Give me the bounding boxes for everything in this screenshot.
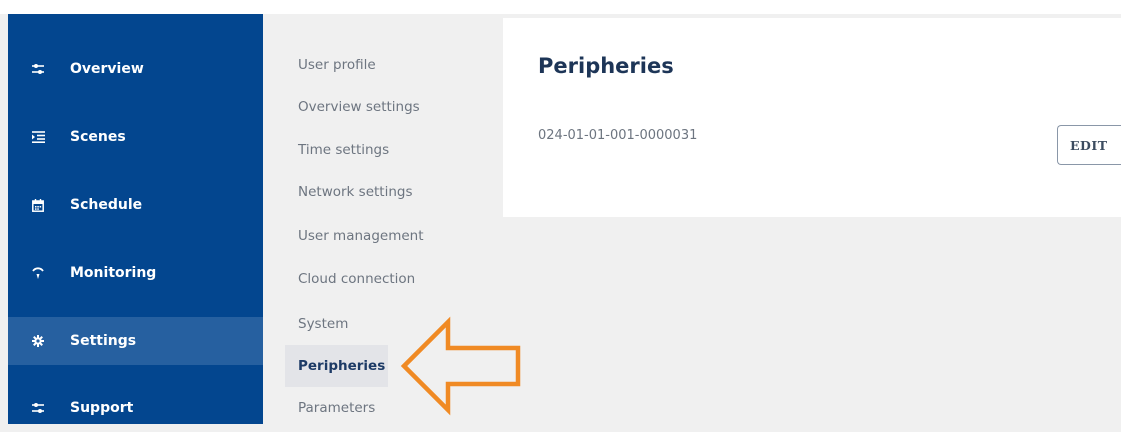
sidebar-item-scenes[interactable]: Scenes	[8, 113, 263, 161]
submenu-item-network-settings[interactable]: Network settings	[298, 184, 413, 200]
submenu-item-overview-settings[interactable]: Overview settings	[298, 99, 420, 115]
top-strip	[0, 0, 1121, 14]
sidebar-item-label: Schedule	[70, 197, 143, 213]
edit-button[interactable]: EDIT	[1057, 125, 1121, 165]
sidebar-item-overview[interactable]: Overview	[8, 45, 263, 93]
sidebar-item-label: Support	[70, 400, 134, 416]
sliders-icon	[30, 61, 46, 77]
sidebar-item-monitoring[interactable]: Monitoring	[8, 249, 263, 297]
sliders-icon	[30, 400, 46, 416]
page-title: Peripheries	[538, 54, 674, 78]
submenu-item-system[interactable]: System	[298, 316, 348, 332]
list-indent-icon	[30, 129, 46, 145]
submenu-item-cloud-connection[interactable]: Cloud connection	[298, 271, 415, 287]
sidebar-item-label: Scenes	[70, 129, 126, 145]
sidebar-item-label: Overview	[70, 61, 144, 77]
signal-icon	[30, 265, 46, 281]
sidebar-item-schedule[interactable]: Schedule	[8, 181, 263, 229]
calendar-icon	[30, 197, 46, 213]
sidebar-item-label: Monitoring	[70, 265, 157, 281]
sidebar: Overview Scenes Schedule Monitoring Sett…	[8, 14, 263, 424]
sidebar-item-label: Settings	[70, 333, 137, 349]
sidebar-item-settings[interactable]: Settings	[8, 317, 263, 365]
annotation-arrow-icon	[400, 316, 521, 416]
submenu-item-user-profile[interactable]: User profile	[298, 57, 376, 73]
sidebar-item-support[interactable]: Support	[8, 384, 263, 432]
peripheries-panel: Peripheries 024-01-01-001-0000031 EDIT	[503, 18, 1121, 217]
submenu-item-user-management[interactable]: User management	[298, 228, 424, 244]
submenu-item-parameters[interactable]: Parameters	[298, 400, 375, 416]
device-id: 024-01-01-001-0000031	[538, 128, 698, 143]
submenu-item-time-settings[interactable]: Time settings	[298, 142, 389, 158]
submenu-item-label: Peripheries	[298, 358, 386, 374]
gear-icon	[30, 333, 46, 349]
submenu-item-peripheries[interactable]: Peripheries	[285, 345, 388, 387]
